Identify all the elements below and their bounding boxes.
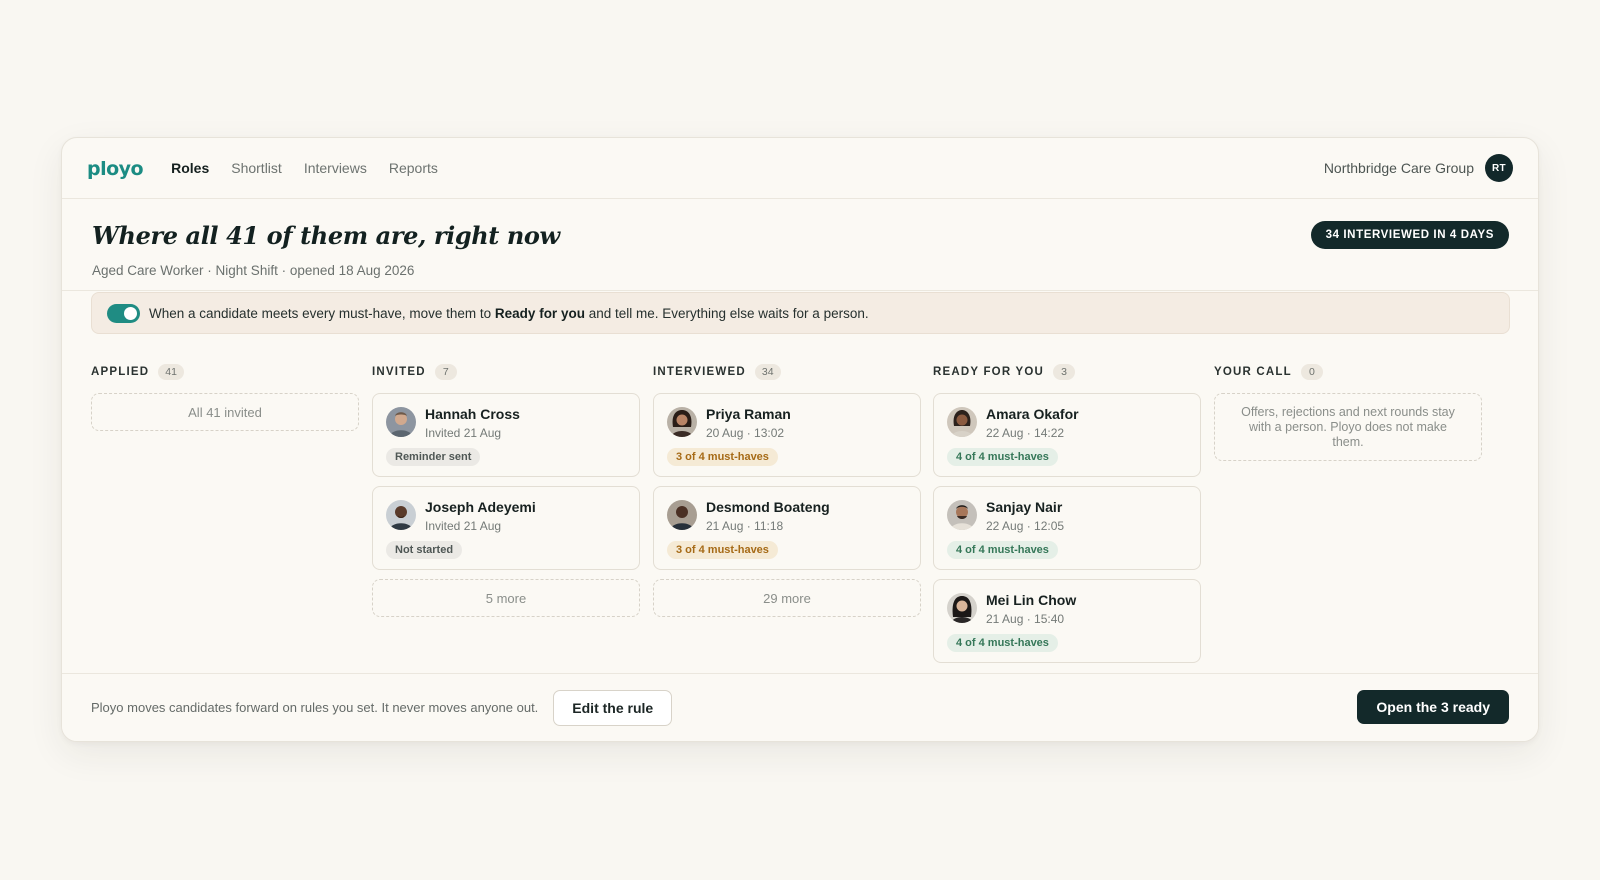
candidate-meta: Invited 21 Aug (425, 519, 502, 533)
candidate-meta: 22 Aug · 14:22 (986, 426, 1065, 440)
rule-toggle[interactable] (107, 303, 140, 323)
status-badge: 4 of 4 must-haves (947, 541, 1058, 559)
footer-bar: Ployo moves candidates forward on rules … (62, 673, 1538, 741)
candidate-name: Priya Raman (706, 406, 791, 422)
auto-advance-rule: When a candidate meets every must-have, … (91, 292, 1510, 334)
status-badge: 4 of 4 must-haves (947, 634, 1058, 652)
page-title: Where all 41 of them are, right now (92, 221, 560, 250)
status-badge: Not started (386, 541, 463, 559)
applied-placeholder: All 41 invited (91, 393, 359, 431)
more-link[interactable]: 5 more (372, 579, 640, 617)
column-title: APPLIED (91, 366, 150, 378)
candidate-name: Mei Lin Chow (986, 592, 1077, 608)
avatar-photo-icon (386, 407, 416, 437)
column-your-call: YOUR CALL 0 Offers, rejections and next … (1214, 363, 1482, 461)
candidate-meta: Invited 21 Aug (425, 426, 502, 440)
status-badge: 3 of 4 must-haves (667, 541, 778, 559)
candidate-card[interactable]: Sanjay Nair 22 Aug · 12:05 4 of 4 must-h… (933, 486, 1201, 570)
role-board-card: ployo Roles Shortlist Interviews Reports… (61, 137, 1539, 742)
candidate-meta: 21 Aug · 11:18 (706, 519, 784, 533)
avatar-photo-icon (947, 593, 977, 623)
nav-roles[interactable]: Roles (171, 160, 209, 176)
candidate-card[interactable]: Desmond Boateng 21 Aug · 11:18 3 of 4 mu… (653, 486, 921, 570)
candidate-card[interactable]: Joseph Adeyemi Invited 21 Aug Not starte… (372, 486, 640, 570)
column-interviewed: INTERVIEWED 34 Priya Raman 20 Aug · 13:0… (653, 363, 921, 617)
org-name: Northbridge Care Group (1323, 160, 1474, 176)
rule-text-bold: Ready for you (494, 305, 585, 321)
column-count: 0 (1300, 364, 1323, 380)
nav-reports[interactable]: Reports (389, 160, 438, 176)
avatar-photo-icon (667, 500, 697, 530)
status-badge: 3 of 4 must-haves (667, 448, 778, 466)
nav-interviews[interactable]: Interviews (304, 160, 367, 176)
avatar-photo-icon (947, 407, 977, 437)
open-ready-button[interactable]: Open the 3 ready (1357, 690, 1509, 724)
rule-text: When a candidate meets every must-have, … (149, 306, 869, 321)
column-title: YOUR CALL (1214, 366, 1292, 378)
candidate-name: Hannah Cross (425, 406, 520, 422)
role-subtitle: Aged Care Worker · Night Shift · opened … (92, 263, 415, 278)
candidate-name: Desmond Boateng (706, 499, 830, 515)
rule-text-before: When a candidate meets every must-have, … (149, 305, 495, 321)
candidate-card[interactable]: Mei Lin Chow 21 Aug · 15:40 4 of 4 must-… (933, 579, 1201, 663)
column-invited: INVITED 7 Hannah Cross Invited 21 Aug Re… (372, 363, 640, 617)
candidate-card[interactable]: Amara Okafor 22 Aug · 14:22 4 of 4 must-… (933, 393, 1201, 477)
ployo-logo[interactable]: ployo (87, 158, 144, 180)
user-avatar[interactable]: RT (1485, 154, 1513, 182)
column-count: 34 (754, 364, 781, 380)
column-ready: READY FOR YOU 3 Amara Okafor 22 Aug · 14… (933, 363, 1201, 672)
nav-shortlist[interactable]: Shortlist (231, 160, 282, 176)
edit-rule-button[interactable]: Edit the rule (553, 689, 673, 726)
status-badge: 4 of 4 must-haves (947, 448, 1058, 466)
candidate-meta: 20 Aug · 13:02 (706, 426, 785, 440)
candidate-name: Amara Okafor (986, 406, 1079, 422)
candidate-card[interactable]: Priya Raman 20 Aug · 13:02 3 of 4 must-h… (653, 393, 921, 477)
column-count: 41 (158, 364, 184, 380)
column-applied: APPLIED 41 All 41 invited (91, 363, 359, 431)
interviewed-badge: 34 INTERVIEWED IN 4 DAYS (1310, 221, 1509, 249)
column-title: READY FOR YOU (933, 366, 1045, 378)
column-title: INVITED (372, 366, 426, 378)
top-nav: ployo Roles Shortlist Interviews Reports… (62, 138, 1538, 199)
column-count: 7 (434, 364, 457, 380)
page-header: Where all 41 of them are, right now Aged… (62, 199, 1538, 291)
status-badge: Reminder sent (386, 448, 481, 466)
avatar-photo-icon (386, 500, 416, 530)
footer-note: Ployo moves candidates forward on rules … (91, 700, 539, 715)
your-call-placeholder: Offers, rejections and next rounds stay … (1214, 393, 1482, 461)
candidate-name: Sanjay Nair (986, 499, 1063, 515)
column-count: 3 (1053, 364, 1076, 380)
candidate-name: Joseph Adeyemi (425, 499, 536, 515)
candidate-meta: 21 Aug · 15:40 (986, 612, 1065, 626)
rule-text-after: and tell me. Everything else waits for a… (584, 305, 869, 321)
candidate-card[interactable]: Hannah Cross Invited 21 Aug Reminder sen… (372, 393, 640, 477)
avatar-photo-icon (947, 500, 977, 530)
candidate-meta: 22 Aug · 12:05 (986, 519, 1065, 533)
more-link[interactable]: 29 more (653, 579, 921, 617)
column-title: INTERVIEWED (653, 366, 746, 378)
avatar-photo-icon (667, 407, 697, 437)
